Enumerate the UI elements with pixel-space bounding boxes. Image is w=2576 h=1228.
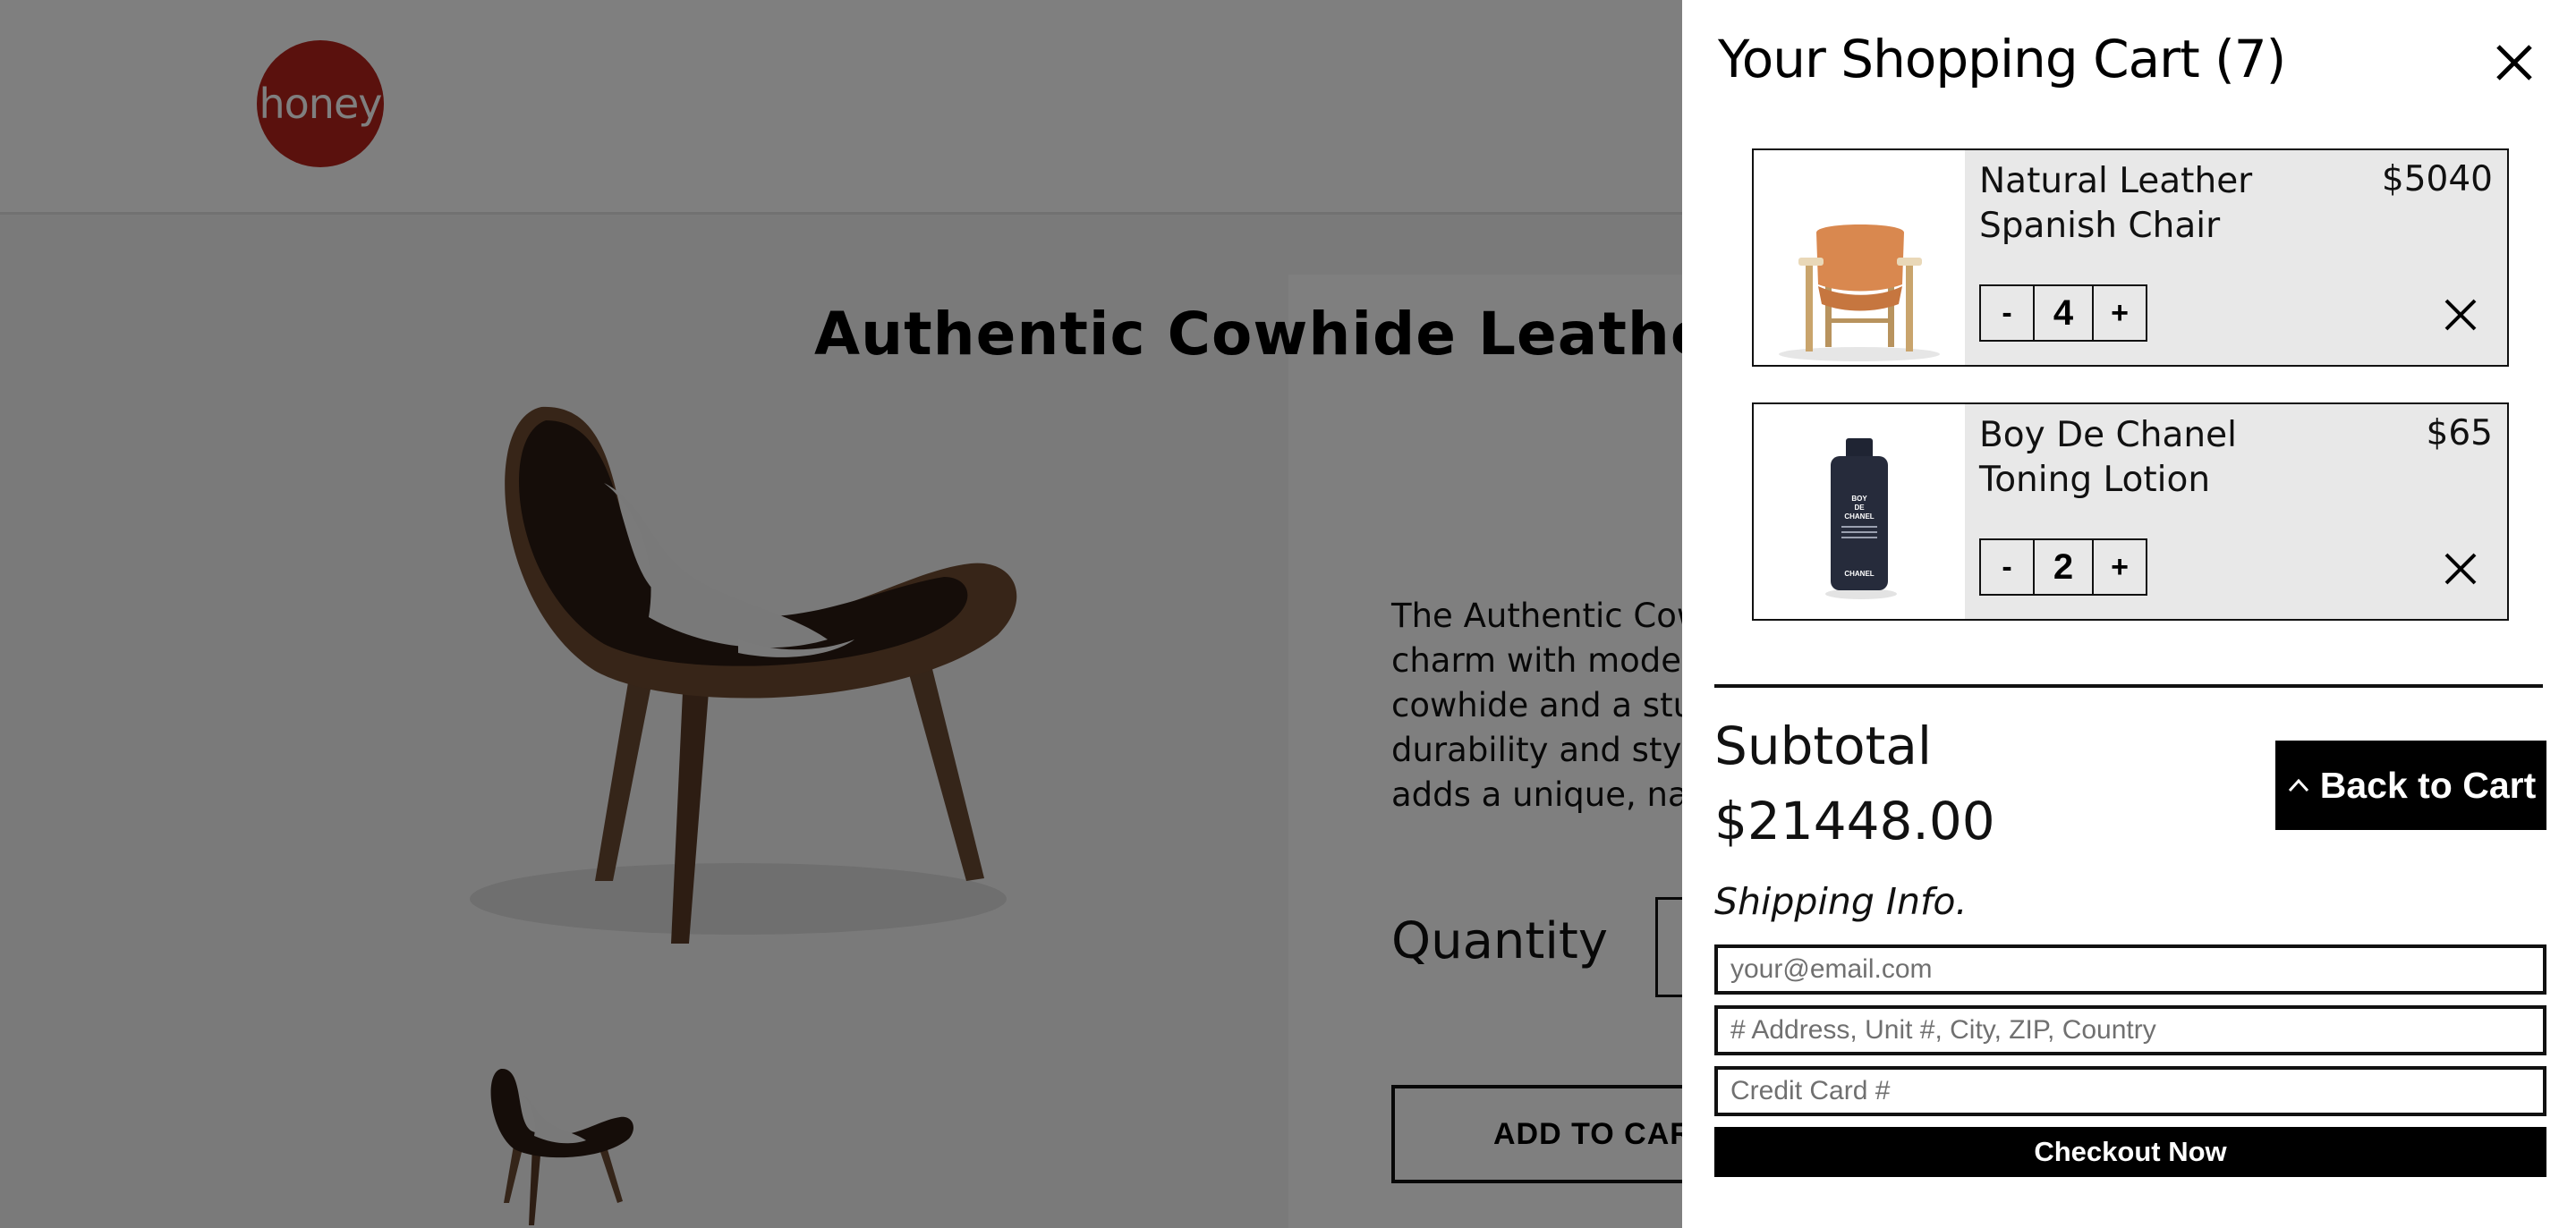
svg-text:CHANEL: CHANEL: [1844, 570, 1874, 578]
close-icon[interactable]: [2487, 36, 2541, 89]
email-field[interactable]: [1714, 944, 2546, 995]
svg-text:BOY: BOY: [1851, 495, 1867, 503]
subtotal-value: $21448.00: [1714, 791, 1995, 851]
cart-item-name[interactable]: Natural Leather Spanish Chair: [1979, 159, 2355, 249]
spanish-chair-image: [1754, 150, 1965, 365]
cart-item-price: $65: [2426, 413, 2493, 453]
quantity-stepper: - 2 +: [1979, 538, 2147, 596]
product-page: honey Authentic Cowhide Leather Ch The A…: [0, 0, 2576, 1228]
shopping-cart-drawer: Your Shopping Cart (7) Natural Leather S…: [1682, 0, 2576, 1228]
remove-item-icon[interactable]: [2441, 549, 2480, 589]
chevron-up-icon: [2288, 778, 2308, 792]
svg-text:CHANEL: CHANEL: [1844, 512, 1874, 521]
cart-title: Your Shopping Cart (7): [1718, 29, 2286, 89]
checkout-button[interactable]: Checkout Now: [1714, 1127, 2546, 1177]
quantity-stepper: - 4 +: [1979, 284, 2147, 342]
increment-button[interactable]: +: [2092, 538, 2147, 596]
cart-item: Natural Leather Spanish Chair $5040 - 4 …: [1752, 148, 2509, 367]
subtotal-label: Subtotal: [1714, 716, 1933, 776]
cart-item-price: $5040: [2381, 159, 2493, 199]
decrement-button[interactable]: -: [1979, 284, 2035, 342]
svg-text:DE: DE: [1854, 504, 1865, 512]
address-field[interactable]: [1714, 1005, 2546, 1055]
cart-item-name[interactable]: Boy De Chanel Toning Lotion: [1979, 413, 2355, 503]
cart-item: BOY DE CHANEL CHANEL Boy De Chanel Tonin…: [1752, 402, 2509, 621]
increment-button[interactable]: +: [2092, 284, 2147, 342]
decrement-button[interactable]: -: [1979, 538, 2035, 596]
remove-item-icon[interactable]: [2441, 295, 2480, 335]
chanel-lotion-image: BOY DE CHANEL CHANEL: [1754, 404, 1965, 619]
back-to-cart-button[interactable]: Back to Cart: [2275, 741, 2546, 830]
back-to-cart-label: Back to Cart: [2319, 764, 2537, 806]
credit-card-field[interactable]: [1714, 1066, 2546, 1116]
quantity-value: 4: [2035, 284, 2092, 342]
shipping-info-label: Shipping Info.: [1714, 880, 1968, 923]
cart-divider: [1714, 684, 2543, 688]
quantity-value: 2: [2035, 538, 2092, 596]
